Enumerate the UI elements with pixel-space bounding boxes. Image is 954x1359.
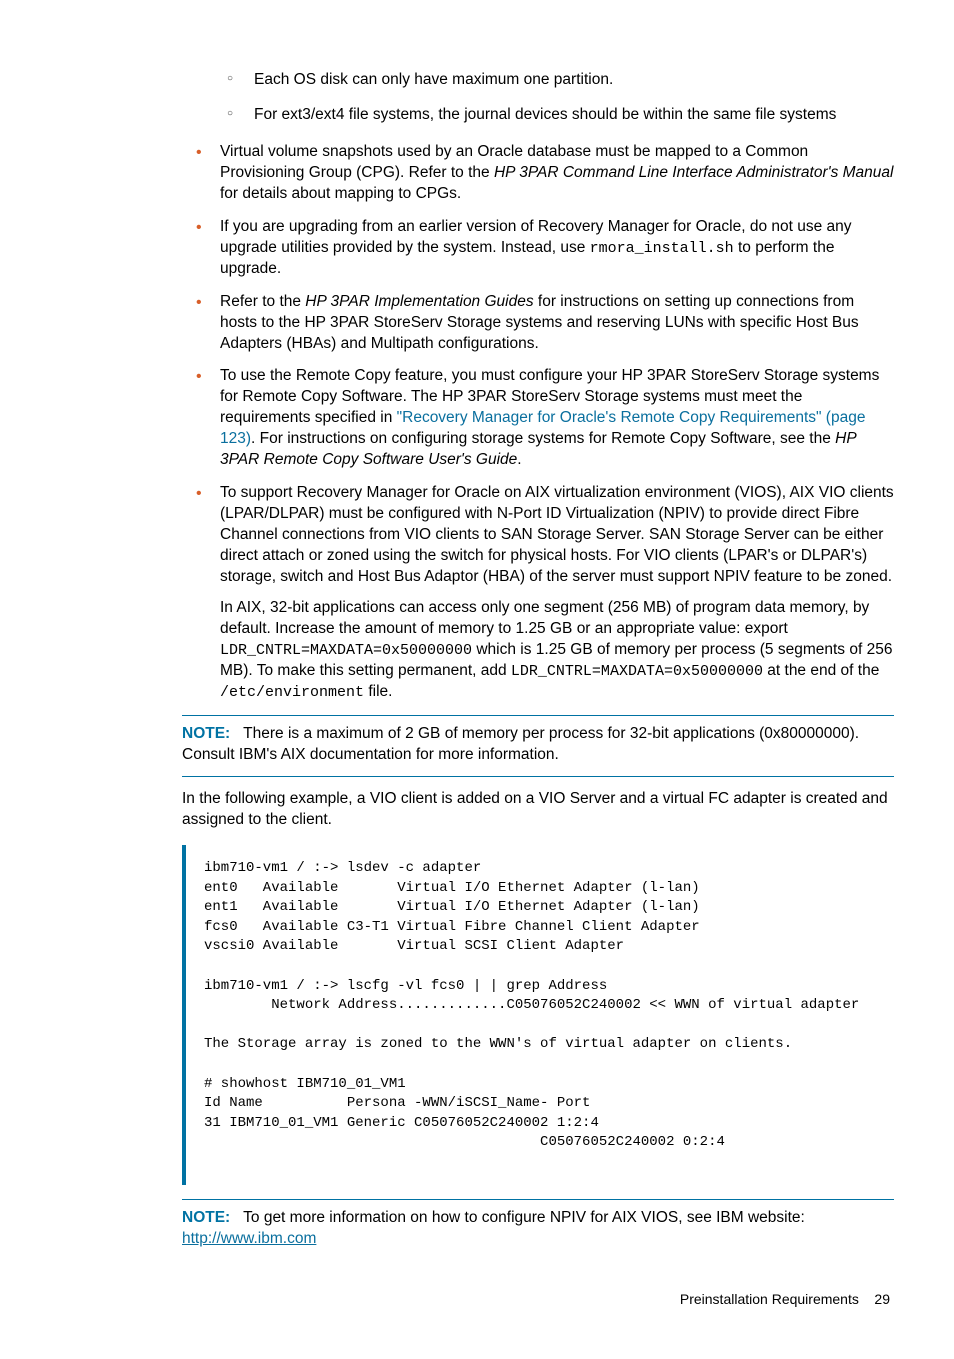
list-item: If you are upgrading from an earlier ver…	[190, 217, 894, 280]
sub-item: For ext3/ext4 file systems, the journal …	[220, 105, 894, 126]
code-text: LDR_CNTRL=MAXDATA=0x50000000	[511, 663, 763, 680]
code-text: /etc/environment	[220, 684, 364, 701]
note-block: NOTE: There is a maximum of 2 GB of memo…	[182, 724, 894, 766]
code-block: ibm710-vm1 / :-> lsdev -c adapter ent0 A…	[182, 845, 894, 1185]
main-list: Virtual volume snapshots used by an Orac…	[190, 142, 894, 703]
sub-item-text: Each OS disk can only have maximum one p…	[254, 71, 613, 88]
footer-section: Preinstallation Requirements	[680, 1291, 859, 1307]
list-item: Virtual volume snapshots used by an Orac…	[190, 142, 894, 205]
text: In the following example, a VIO client i…	[182, 790, 888, 828]
note-label: NOTE:	[182, 1209, 230, 1226]
text-italic: HP 3PAR Implementation Guides	[305, 293, 533, 310]
text-italic: HP 3PAR Command Line Interface Administr…	[494, 164, 894, 181]
page-number: 29	[874, 1291, 890, 1307]
note-label: NOTE:	[182, 725, 230, 742]
external-link[interactable]: http://www.ibm.com	[182, 1230, 316, 1247]
text: To support Recovery Manager for Oracle o…	[220, 484, 894, 585]
text: .	[517, 451, 521, 468]
list-item: To use the Remote Copy feature, you must…	[190, 366, 894, 471]
separator	[182, 776, 894, 777]
separator	[182, 1199, 894, 1200]
note-block: NOTE: To get more information on how to …	[182, 1208, 894, 1250]
code-text: LDR_CNTRL=MAXDATA=0x50000000	[220, 642, 472, 659]
separator	[182, 715, 894, 716]
text: for details about mapping to CPGs.	[220, 185, 461, 202]
body-paragraph: In the following example, a VIO client i…	[182, 789, 894, 831]
page-footer: Preinstallation Requirements 29	[60, 1290, 894, 1309]
note-text: There is a maximum of 2 GB of memory per…	[182, 725, 859, 763]
text: . For instructions on configuring storag…	[251, 430, 835, 447]
text: In AIX, 32-bit applications can access o…	[220, 599, 869, 637]
text: file.	[364, 683, 392, 700]
list-item: Refer to the HP 3PAR Implementation Guid…	[190, 292, 894, 355]
note-text: To get more information on how to config…	[243, 1209, 805, 1226]
sub-item-text: For ext3/ext4 file systems, the journal …	[254, 106, 836, 123]
sub-list: Each OS disk can only have maximum one p…	[220, 70, 894, 126]
list-item: To support Recovery Manager for Oracle o…	[190, 483, 894, 703]
sub-item: Each OS disk can only have maximum one p…	[220, 70, 894, 91]
code-text: rmora_install.sh	[590, 240, 734, 257]
text: at the end of the	[763, 662, 879, 679]
text: Refer to the	[220, 293, 305, 310]
